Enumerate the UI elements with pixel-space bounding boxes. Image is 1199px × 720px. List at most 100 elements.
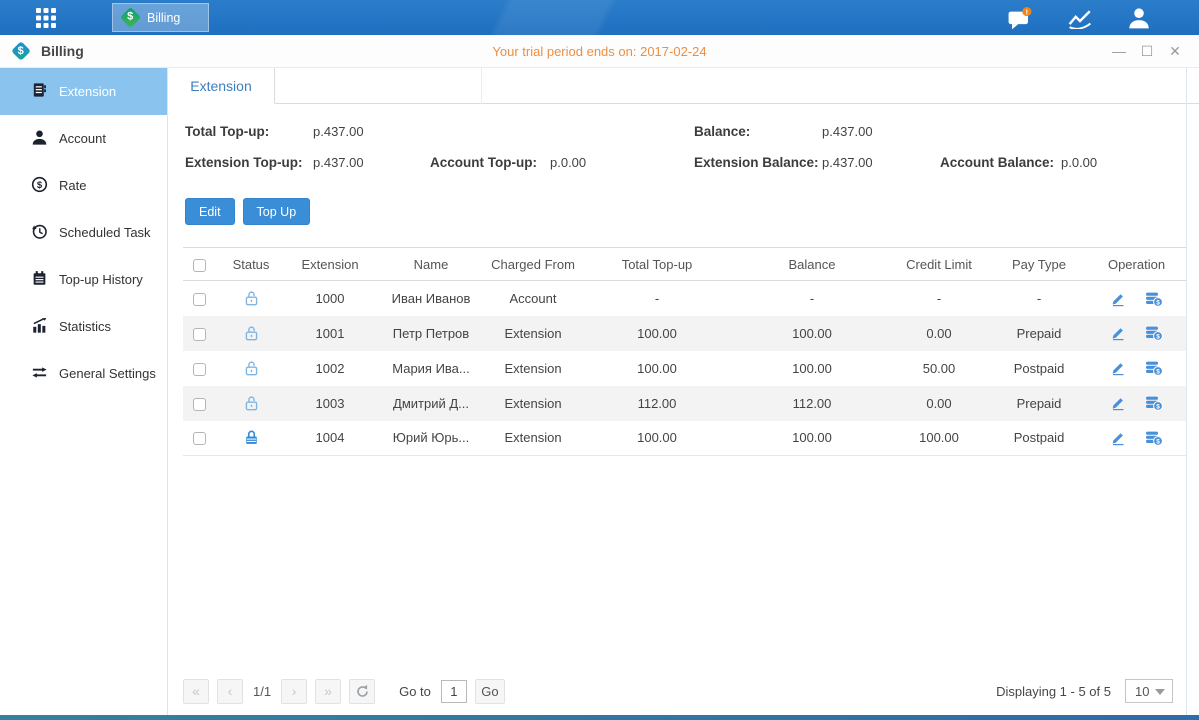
svg-text:$: $ xyxy=(1156,438,1160,445)
unlocked-status-icon xyxy=(243,360,260,377)
cell-charged-from: Account xyxy=(489,281,577,316)
top-up-row-icon[interactable]: $ xyxy=(1145,360,1163,376)
top-up-row-icon[interactable]: $ xyxy=(1145,395,1163,411)
sidebar-item-scheduled-task[interactable]: Scheduled Task xyxy=(0,209,167,256)
svg-text:$: $ xyxy=(1156,404,1160,411)
row-checkbox[interactable] xyxy=(193,328,206,341)
col-extension: Extension xyxy=(287,248,373,281)
balance-value: p.437.00 xyxy=(822,124,873,139)
refresh-icon xyxy=(355,684,370,699)
extension-topup-value: p.437.00 xyxy=(313,155,364,170)
cell-name: Мария Ива... xyxy=(373,351,489,386)
account-topup-label: Account Top-up: xyxy=(430,155,537,170)
row-checkbox[interactable] xyxy=(193,398,206,411)
table-header-row: Status Extension Name Charged From Total… xyxy=(183,248,1186,281)
window-title-bar: $ Billing Your trial period ends on: 201… xyxy=(0,35,1199,68)
go-button[interactable]: Go xyxy=(475,679,505,704)
top-up-row-icon[interactable]: $ xyxy=(1145,325,1163,341)
cell-name: Юрий Юрь... xyxy=(373,421,489,456)
total-topup-label: Total Top-up: xyxy=(185,124,269,139)
edit-row-icon[interactable] xyxy=(1110,360,1127,376)
billing-app-icon: $ xyxy=(120,7,141,28)
person-icon xyxy=(31,129,48,149)
next-page-button[interactable]: › xyxy=(281,679,307,704)
cell-name: Дмитрий Д... xyxy=(373,386,489,421)
top-up-row-icon[interactable]: $ xyxy=(1145,291,1163,307)
billing-summary: Total Top-up: p.437.00 Balance: p.437.00… xyxy=(168,122,1199,186)
table-row: 1000 Иван Иванов Account - - - - xyxy=(183,281,1186,316)
page-indicator: 1/1 xyxy=(253,684,271,699)
table-row: 1003 Дмитрий Д... Extension 112.00 112.0… xyxy=(183,386,1186,421)
statistics-chart-icon[interactable] xyxy=(1067,7,1093,29)
cell-total-topup: - xyxy=(577,281,737,316)
bar-chart-icon xyxy=(31,317,48,337)
cell-name: Петр Петров xyxy=(373,316,489,351)
extension-topup-label: Extension Top-up: xyxy=(185,155,303,170)
row-checkbox[interactable] xyxy=(193,363,206,376)
grid-glyph xyxy=(35,7,57,29)
first-page-button[interactable]: « xyxy=(183,679,209,704)
edit-button[interactable]: Edit xyxy=(185,198,235,225)
sidebar-item-account[interactable]: Account xyxy=(0,115,167,162)
sidebar-item-general-settings[interactable]: General Settings xyxy=(0,350,167,397)
col-balance: Balance xyxy=(737,248,887,281)
minimize-icon[interactable]: — xyxy=(1111,44,1127,58)
chat-bubble-glyph: ! xyxy=(1007,7,1033,31)
cell-charged-from: Extension xyxy=(489,421,577,456)
window-title: Billing xyxy=(41,43,84,59)
total-topup-value: p.437.00 xyxy=(313,124,364,139)
main-content: Extension Total Top-up: p.437.00 Balance… xyxy=(168,68,1199,715)
sidebar-item-top-up-history[interactable]: Top-up History xyxy=(0,256,167,303)
sidebar-item-rate[interactable]: $ Rate xyxy=(0,162,167,209)
cell-credit-limit: 100.00 xyxy=(887,421,991,456)
notifications-chat-icon[interactable]: ! xyxy=(1007,7,1033,29)
cell-credit-limit: 0.00 xyxy=(887,386,991,421)
unlocked-status-icon xyxy=(243,395,260,412)
cell-pay-type: - xyxy=(991,281,1087,316)
extension-balance-value: p.437.00 xyxy=(822,155,873,170)
goto-page-input[interactable] xyxy=(441,680,467,703)
billing-window-icon: $ xyxy=(11,41,31,61)
tab-strip: Extension xyxy=(168,68,1199,104)
prev-page-button[interactable]: ‹ xyxy=(217,679,243,704)
last-page-button[interactable]: » xyxy=(315,679,341,704)
cell-pay-type: Postpaid xyxy=(991,351,1087,386)
edit-row-icon[interactable] xyxy=(1110,430,1127,446)
sidebar-item-extension[interactable]: Extension xyxy=(0,68,167,115)
edit-row-icon[interactable] xyxy=(1110,291,1127,307)
locked-status-icon xyxy=(243,429,260,446)
sidebar-item-statistics[interactable]: Statistics xyxy=(0,303,167,350)
cell-extension: 1000 xyxy=(287,281,373,316)
cell-charged-from: Extension xyxy=(489,386,577,421)
select-all-checkbox[interactable] xyxy=(193,259,206,272)
edit-row-icon[interactable] xyxy=(1110,395,1127,411)
col-operation: Operation xyxy=(1087,248,1186,281)
top-up-button[interactable]: Top Up xyxy=(243,198,311,225)
app-grid-icon[interactable] xyxy=(24,0,68,35)
cell-credit-limit: - xyxy=(887,281,991,316)
taskbar-tab-billing[interactable]: $ Billing xyxy=(112,3,209,32)
account-topup-value: p.0.00 xyxy=(550,155,586,170)
svg-text:!: ! xyxy=(1026,7,1028,16)
cell-name: Иван Иванов xyxy=(373,281,489,316)
row-checkbox[interactable] xyxy=(193,293,206,306)
user-account-icon[interactable] xyxy=(1127,7,1153,29)
top-up-row-icon[interactable]: $ xyxy=(1145,430,1163,446)
window-controls: — ☐ ✕ xyxy=(1111,44,1183,58)
refresh-button[interactable] xyxy=(349,679,375,704)
sidebar: Extension Account $ Rate Scheduled Task … xyxy=(0,68,168,715)
tab-strip-divider xyxy=(481,68,482,104)
page-size-select[interactable]: 10 xyxy=(1125,679,1173,703)
maximize-icon[interactable]: ☐ xyxy=(1139,44,1155,58)
close-icon[interactable]: ✕ xyxy=(1167,44,1183,58)
cell-total-topup: 100.00 xyxy=(577,421,737,456)
tab-extension[interactable]: Extension xyxy=(168,68,275,104)
edit-row-icon[interactable] xyxy=(1110,325,1127,341)
cell-balance: 112.00 xyxy=(737,386,887,421)
cell-extension: 1001 xyxy=(287,316,373,351)
svg-text:$: $ xyxy=(1156,299,1160,306)
ledger-icon xyxy=(31,81,48,102)
action-buttons: Edit Top Up xyxy=(185,198,1199,225)
row-checkbox[interactable] xyxy=(193,432,206,445)
unlocked-status-icon xyxy=(243,290,260,307)
